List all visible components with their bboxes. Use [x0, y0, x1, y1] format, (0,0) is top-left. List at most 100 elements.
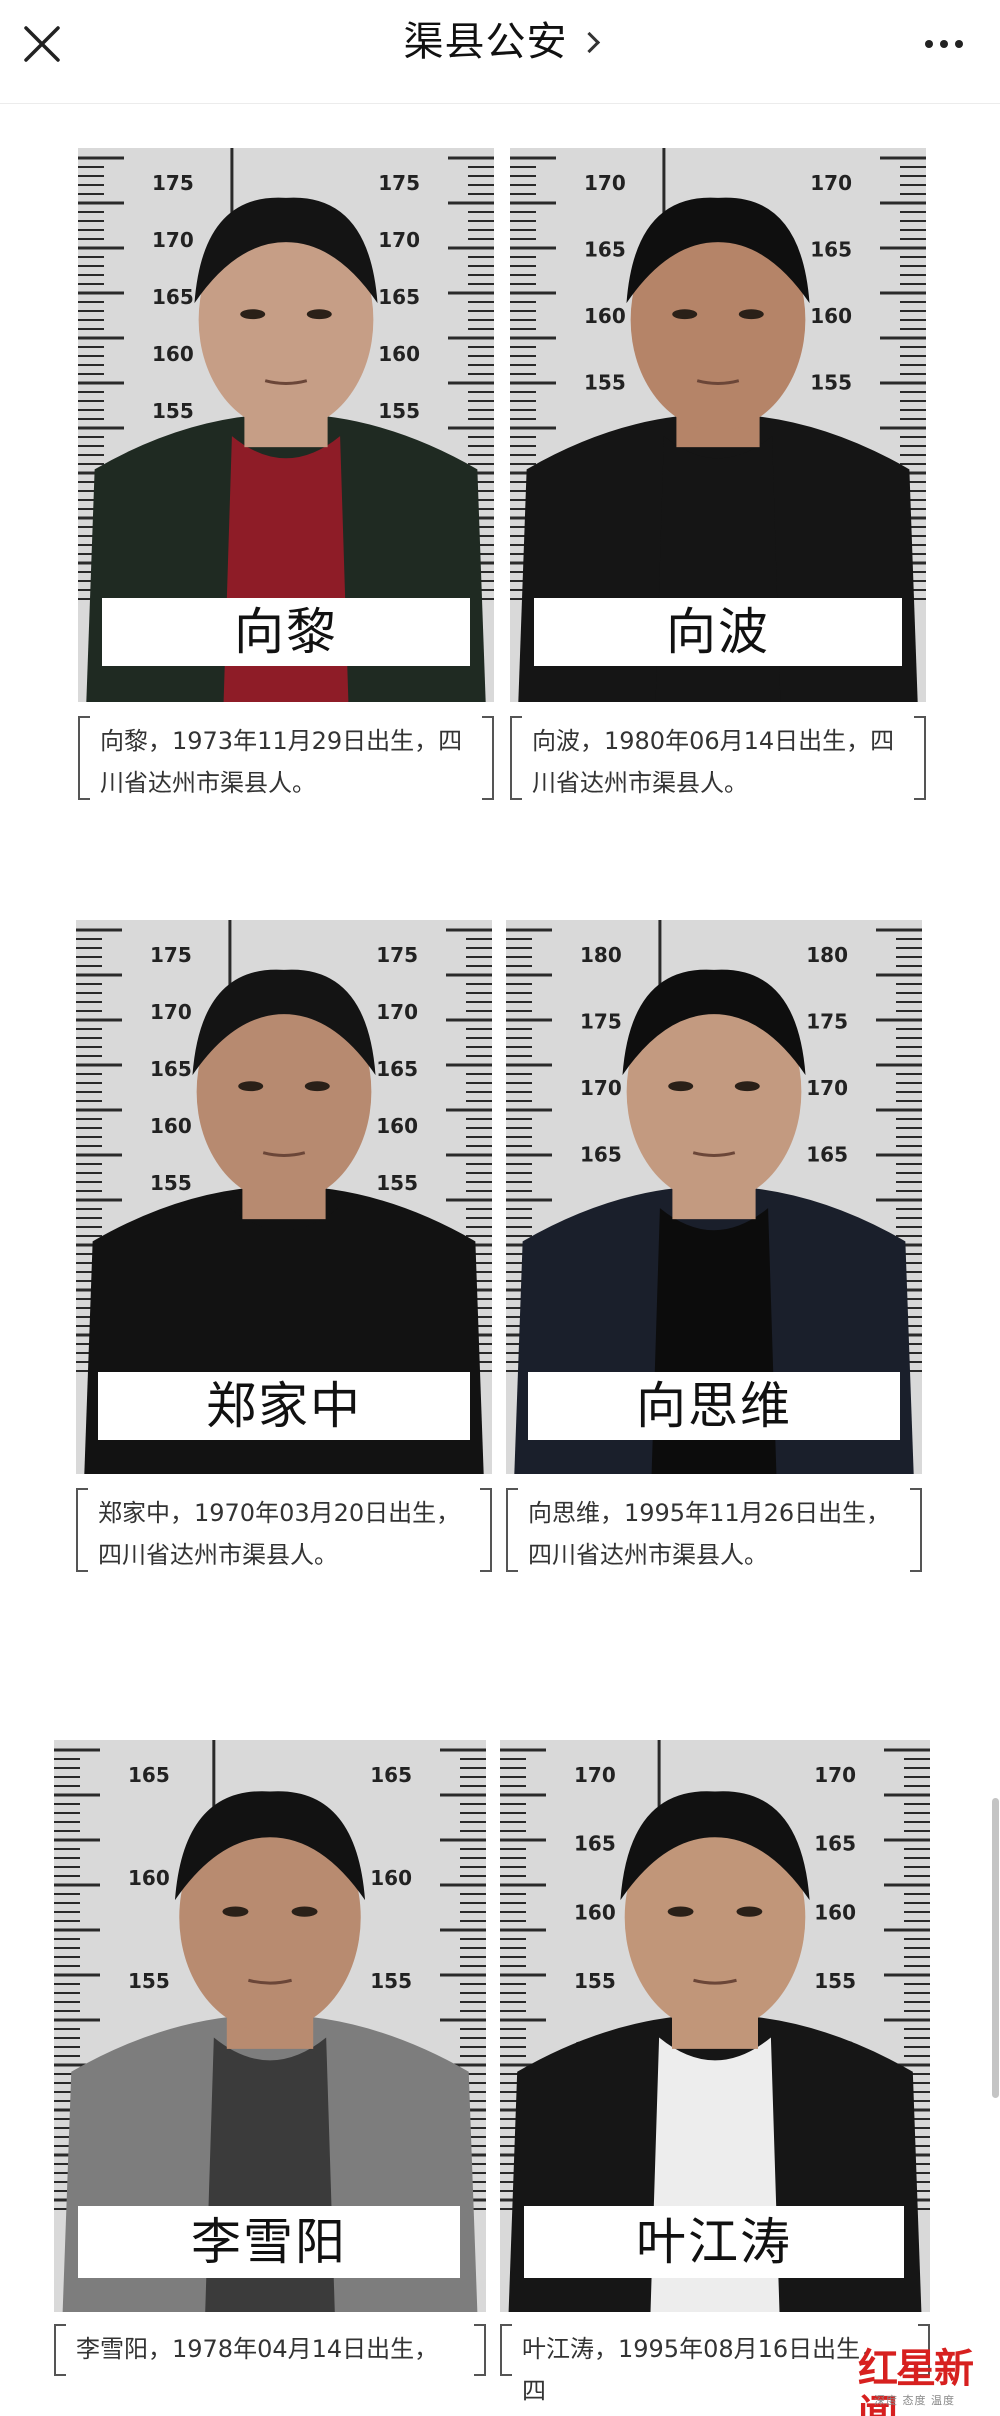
person-caption: 向思维，1995年11月26日出生，四川省达州市渠县人。 — [506, 1488, 922, 1572]
ruler-label: 165 — [580, 1142, 622, 1166]
bracket-left — [500, 2324, 512, 2376]
ruler-label: 155 — [376, 1171, 418, 1195]
person-caption: 向黎，1973年11月29日出生，四川省达州市渠县人。 — [78, 716, 494, 800]
ruler-label: 170 — [376, 1000, 418, 1024]
ruler-label: 160 — [150, 1114, 192, 1138]
name-plate: 向波 — [534, 598, 902, 666]
bracket-right — [474, 2324, 486, 2376]
ruler-label: 165 — [376, 1057, 418, 1081]
ruler-label: 160 — [152, 342, 194, 366]
caption-text: 向思维，1995年11月26日出生，四川省达州市渠县人。 — [528, 1499, 891, 1569]
ruler-label: 175 — [150, 943, 192, 967]
name-plate: 叶江涛 — [524, 2206, 904, 2278]
ruler-label: 155 — [574, 1969, 616, 1993]
person-name: 向黎 — [234, 603, 338, 661]
ruler-label: 170 — [810, 171, 852, 195]
ruler-label: 165 — [152, 285, 194, 309]
bracket-left — [506, 1488, 518, 1572]
ruler-label: 155 — [584, 370, 626, 394]
person-name: 向思维 — [636, 1377, 792, 1435]
ruler-label: 170 — [150, 1000, 192, 1024]
ruler-label: 160 — [574, 1900, 616, 1924]
ruler-label: 170 — [378, 228, 420, 252]
chevron-right-icon — [578, 31, 600, 54]
ruler-label: 175 — [806, 1009, 848, 1033]
person-caption: 李雪阳，1978年04月14日出生， — [54, 2324, 486, 2376]
bracket-left — [78, 716, 90, 800]
ruler-label: 155 — [150, 1171, 192, 1195]
ruler-label: 170 — [574, 1763, 616, 1787]
bracket-left — [510, 716, 522, 800]
caption-text: 郑家中，1970年03月20日出生，四川省达州市渠县人。 — [98, 1499, 461, 1569]
name-plate: 郑家中 — [98, 1372, 470, 1440]
caption-text: 向黎，1973年11月29日出生，四川省达州市渠县人。 — [100, 727, 463, 797]
person-card-1: 1751751701701651651601601551551501501451… — [78, 148, 494, 800]
name-plate: 向思维 — [528, 1372, 900, 1440]
ruler-label: 155 — [152, 399, 194, 423]
ruler-label: 160 — [376, 1114, 418, 1138]
caption-text: 向波，1980年06月14日出生，四川省达州市渠县人。 — [532, 727, 895, 797]
ruler-label: 165 — [584, 237, 626, 261]
person-card-6: 170170165165160160155155150150145145 叶江涛… — [500, 1740, 930, 2405]
ruler-label: 160 — [128, 1866, 170, 1890]
ruler-label: 155 — [814, 1969, 856, 1993]
ruler-label: 165 — [810, 237, 852, 261]
ruler-label: 165 — [378, 285, 420, 309]
scrollbar-thumb[interactable] — [992, 1798, 999, 2098]
person-card-4: 180180175175170170165165160160155155 向思维… — [506, 920, 922, 1572]
ruler-label: 160 — [378, 342, 420, 366]
ruler-label: 155 — [370, 1969, 412, 1993]
ruler-label: 175 — [152, 171, 194, 195]
account-title: 渠县公安 — [403, 19, 568, 65]
caption-text: 李雪阳，1978年04月14日出生， — [76, 2335, 439, 2363]
bracket-right — [480, 1488, 492, 1572]
ruler-label: 180 — [580, 943, 622, 967]
ruler-label: 170 — [806, 1076, 848, 1100]
bracket-left — [76, 1488, 88, 1572]
ruler-label: 165 — [574, 1832, 616, 1856]
watermark-sub-text: 深度 态度 温度 — [874, 2394, 955, 2407]
more-icon — [925, 40, 933, 48]
name-plate: 李雪阳 — [78, 2206, 460, 2278]
ruler-label: 170 — [814, 1763, 856, 1787]
ruler-label: 175 — [378, 171, 420, 195]
account-title-link[interactable]: 渠县公安 — [0, 14, 1000, 70]
caption-text: 叶江涛，1995年08月16日出生，四 — [522, 2335, 885, 2405]
bracket-right — [910, 1488, 922, 1572]
bracket-right — [482, 716, 494, 800]
person-name: 叶江涛 — [636, 2213, 792, 2271]
ruler-label: 175 — [580, 1009, 622, 1033]
ruler-label: 155 — [128, 1969, 170, 1993]
person-card-3: 1751751701701651651601601551551501501451… — [76, 920, 492, 1572]
ruler-label: 180 — [806, 943, 848, 967]
ruler-label: 170 — [152, 228, 194, 252]
bracket-right — [914, 716, 926, 800]
more-button[interactable] — [908, 16, 980, 72]
ruler-label: 165 — [150, 1057, 192, 1081]
person-name: 李雪阳 — [191, 2213, 347, 2271]
person-card-5: 165165160160155155150150 李雪阳 李雪阳，1978年04… — [54, 1740, 486, 2380]
ruler-label: 165 — [128, 1763, 170, 1787]
ruler-label: 160 — [584, 304, 626, 328]
more-icon-dot — [940, 40, 948, 48]
watermark-logo: 红星新闻 深度 态度 温度 — [858, 2346, 990, 2416]
more-icon-dot — [955, 40, 963, 48]
ruler-label: 165 — [806, 1142, 848, 1166]
ruler-label: 170 — [580, 1076, 622, 1100]
ruler-label: 175 — [376, 943, 418, 967]
ruler-label: 160 — [814, 1900, 856, 1924]
person-name: 郑家中 — [206, 1377, 362, 1435]
person-caption: 郑家中，1970年03月20日出生，四川省达州市渠县人。 — [76, 1488, 492, 1572]
name-plate: 向黎 — [102, 598, 470, 666]
ruler-label: 155 — [810, 370, 852, 394]
ruler-label: 160 — [370, 1866, 412, 1890]
bracket-left — [54, 2324, 66, 2376]
ruler-label: 165 — [370, 1763, 412, 1787]
ruler-label: 170 — [584, 171, 626, 195]
person-caption: 向波，1980年06月14日出生，四川省达州市渠县人。 — [510, 716, 926, 800]
person-card-2: 170170165165160160155155150150145145 向波 … — [510, 148, 926, 800]
top-nav-bar: 渠县公安 — [0, 0, 1000, 104]
ruler-label: 165 — [814, 1832, 856, 1856]
ruler-label: 155 — [378, 399, 420, 423]
person-name: 向波 — [666, 603, 770, 661]
